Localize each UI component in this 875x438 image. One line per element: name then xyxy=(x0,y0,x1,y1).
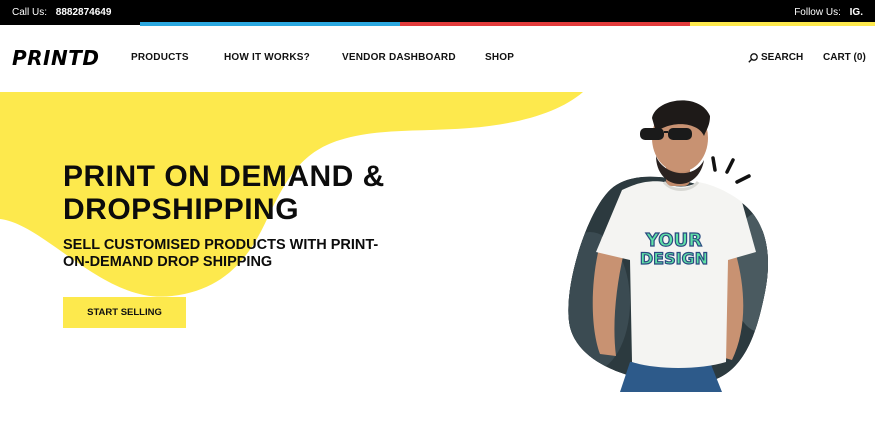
search-label: SEARCH xyxy=(761,52,804,63)
nav-vendor-dashboard[interactable]: VENDOR DASHBOARD xyxy=(342,52,456,63)
hero-model-image: YOUR DESIGN xyxy=(560,92,780,392)
instagram-link[interactable]: IG. xyxy=(850,7,863,18)
call-us-label: Call Us: xyxy=(12,7,48,18)
hero-subtitle: SELL CUSTOMISED PRODUCTS WITH PRINT-ON-D… xyxy=(63,237,379,270)
nav-shop[interactable]: SHOP xyxy=(485,52,514,63)
search-button[interactable]: SEARCH xyxy=(748,52,803,63)
follow-us: Follow Us: IG. xyxy=(794,7,863,18)
cart-button[interactable]: CART (0) xyxy=(823,52,866,63)
site-header: PRINTD PRODUCTS HOW IT WORKS? VENDOR DAS… xyxy=(0,26,875,92)
follow-us-label: Follow Us: xyxy=(794,7,841,18)
hero-section: PRINT ON DEMAND & DROPSHIPPING SELL CUST… xyxy=(0,92,875,438)
hero-title: PRINT ON DEMAND & DROPSHIPPING xyxy=(63,160,385,226)
search-icon xyxy=(748,52,758,63)
nav-products[interactable]: PRODUCTS xyxy=(131,52,189,63)
start-selling-button[interactable]: START SELLING xyxy=(63,297,186,328)
phone-number[interactable]: 8882874649 xyxy=(56,7,112,18)
nav-how-it-works[interactable]: HOW IT WORKS? xyxy=(224,52,310,63)
tshirt-print-line1: YOUR xyxy=(645,230,702,251)
tshirt-print-line2: DESIGN xyxy=(640,249,708,268)
logo[interactable]: PRINTD xyxy=(12,46,99,70)
call-us: Call Us: 8882874649 xyxy=(12,7,111,18)
decorative-marks xyxy=(711,156,751,184)
